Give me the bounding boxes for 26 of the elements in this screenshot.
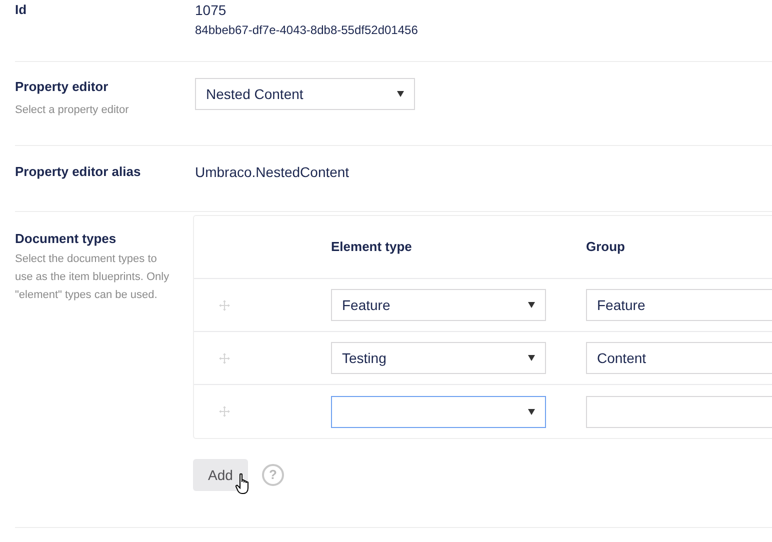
property-editor-select[interactable]: Nested Content — [195, 78, 415, 110]
element-type-select[interactable] — [331, 396, 546, 428]
field-description: Select a property editor — [15, 103, 130, 118]
id-value: 1075 — [195, 1, 228, 20]
caret-icon — [397, 91, 404, 97]
drag-handle-icon[interactable] — [219, 352, 230, 364]
hand-cursor-icon — [235, 473, 251, 495]
group-input[interactable]: Feature — [586, 289, 772, 321]
caret-icon — [528, 302, 535, 308]
column-header: Element type — [331, 238, 413, 256]
field-label: Document types — [15, 230, 118, 248]
element-type-select[interactable]: Testing — [331, 342, 546, 374]
field-label: Property editor — [15, 78, 110, 96]
field-description: Select the document types to use as the item blueprints. Only "element" types can be used. — [15, 252, 170, 303]
drag-handle-icon[interactable] — [219, 300, 230, 310]
caret-icon — [528, 408, 535, 414]
drag-handle-icon[interactable] — [219, 406, 230, 417]
column-header: Group — [586, 238, 625, 256]
field-label: Property editor alias — [15, 163, 142, 181]
caret-icon — [528, 355, 535, 361]
group-input[interactable]: Content — [586, 342, 772, 374]
field-label: Id — [15, 1, 28, 19]
alias-value: Umbraco.NestedContent — [195, 163, 350, 182]
element-type-select[interactable]: Feature — [331, 289, 546, 321]
group-input[interactable] — [586, 396, 772, 428]
key-value: 84bbeb67-df7e-4043-8db8-55df52d01456 — [195, 22, 418, 38]
